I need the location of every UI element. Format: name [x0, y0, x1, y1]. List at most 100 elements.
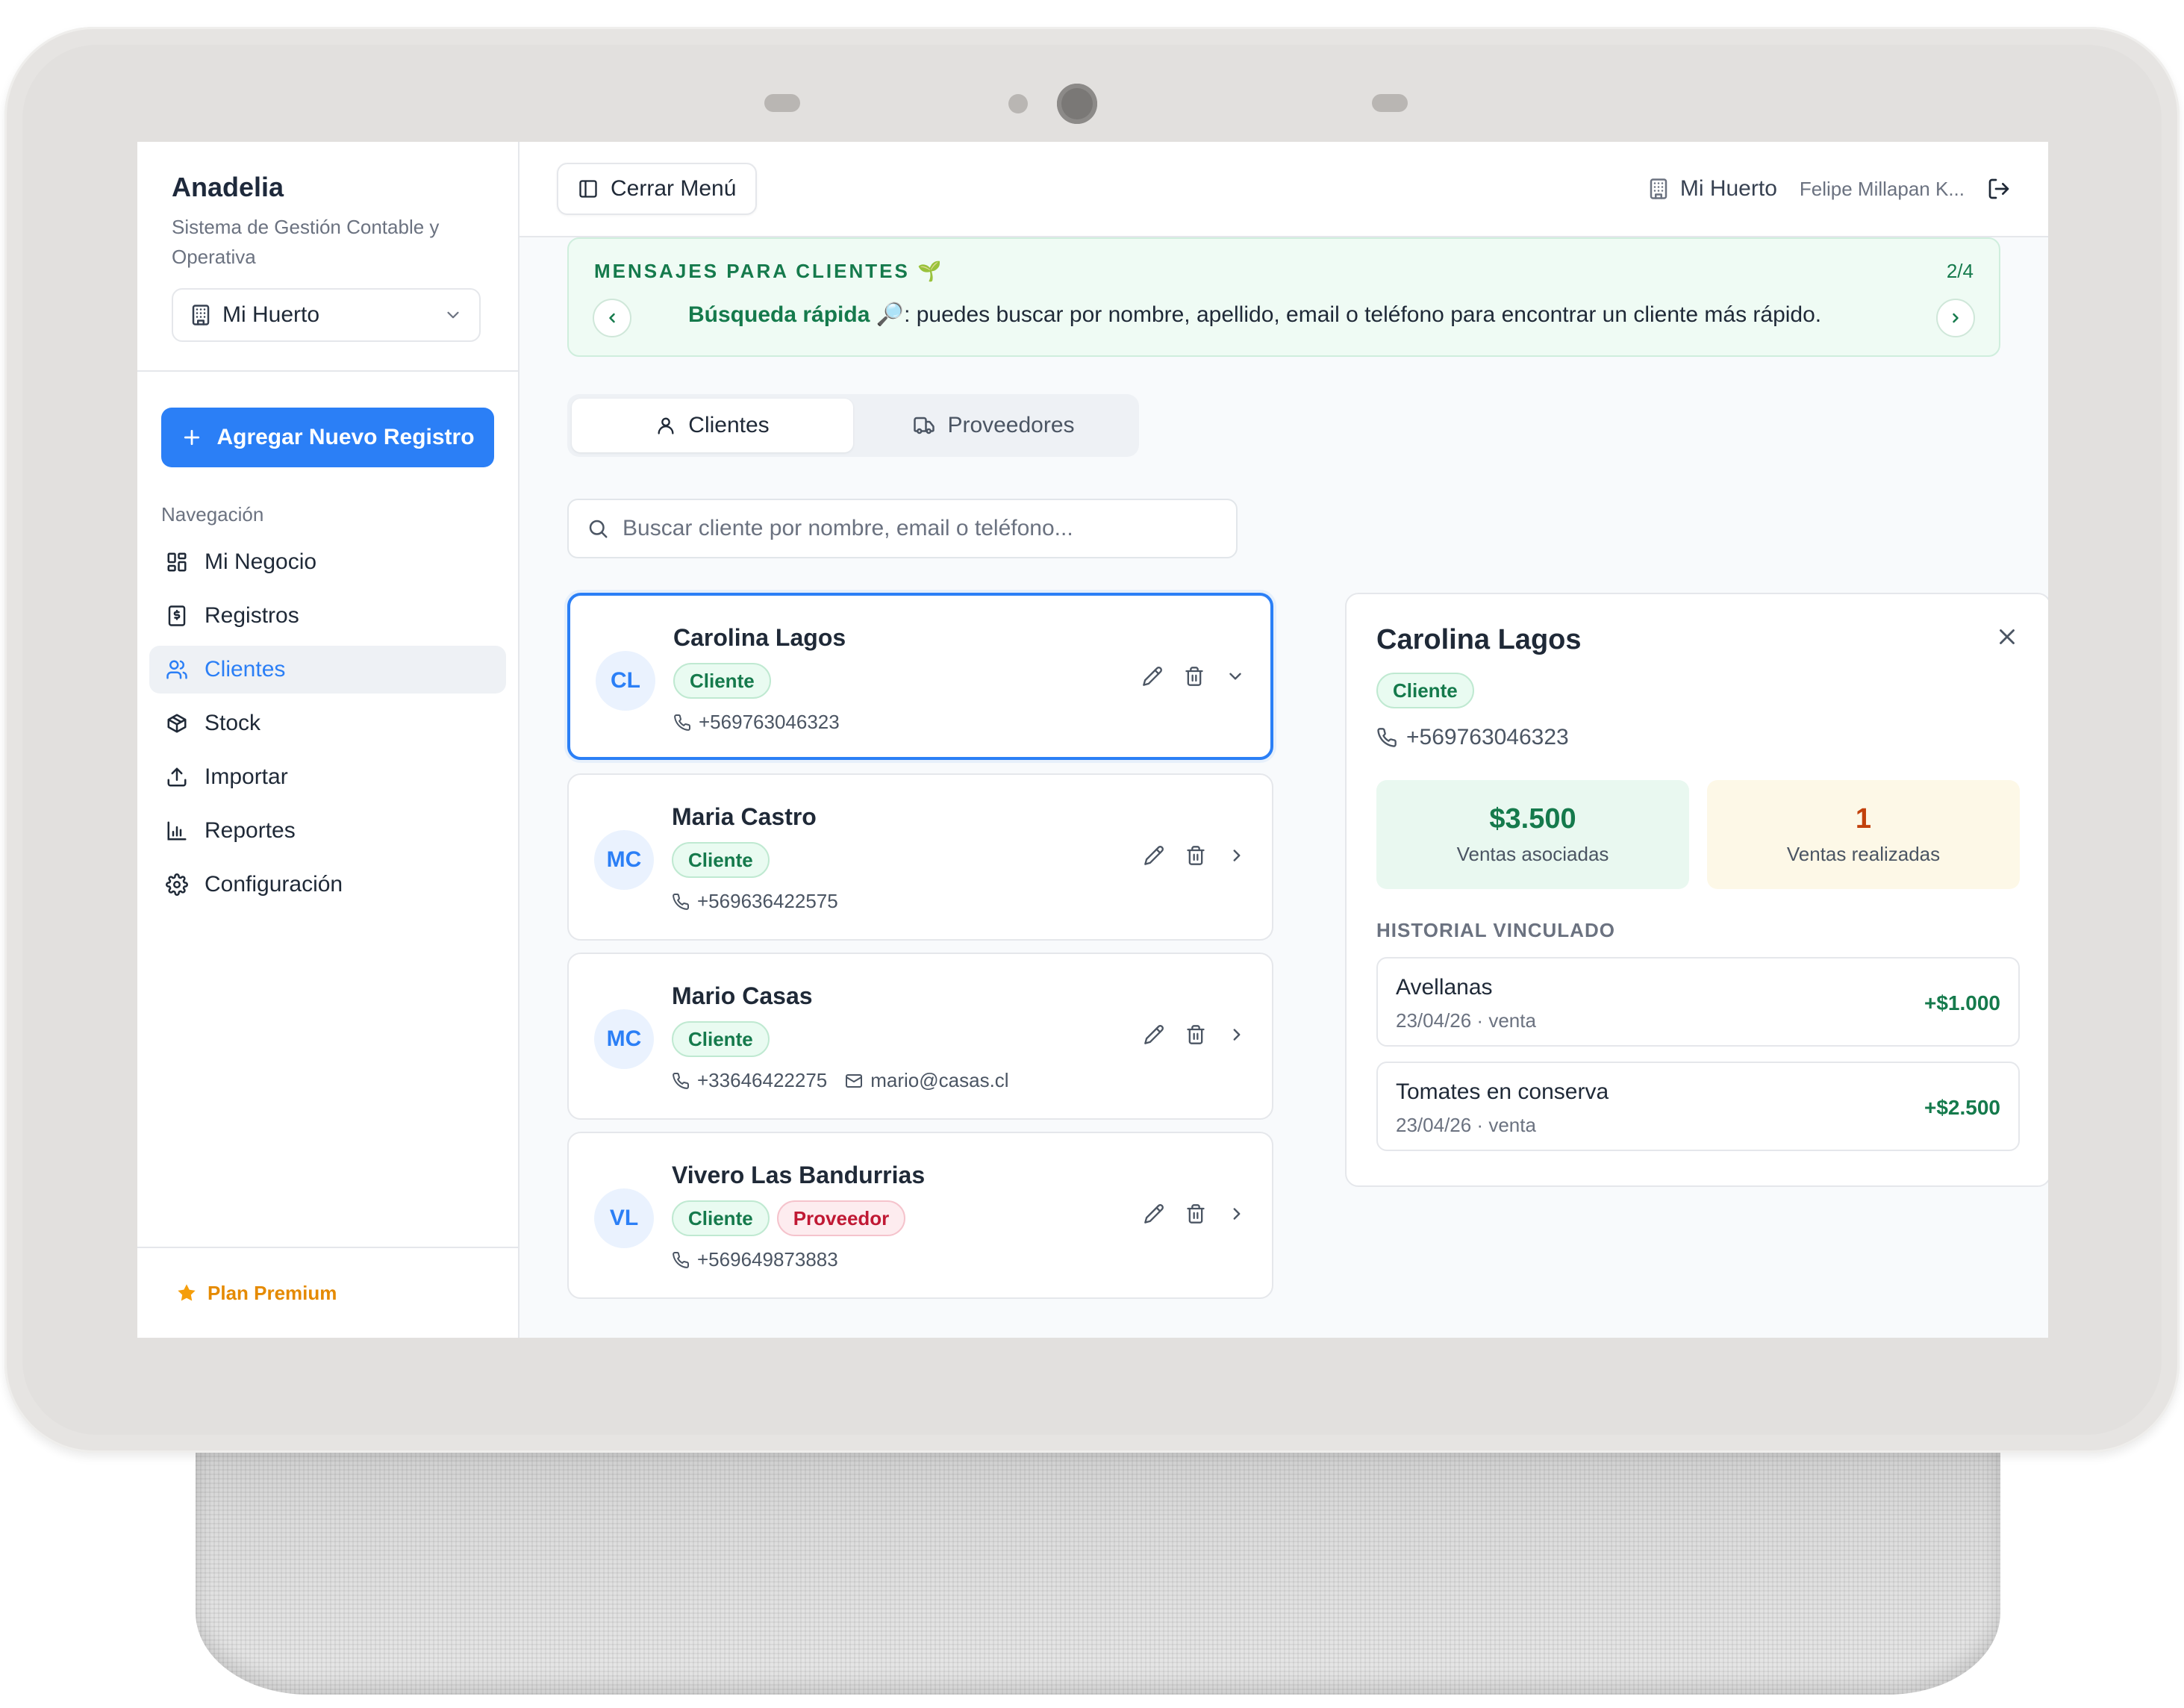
sidebar-item-label: Stock	[205, 711, 261, 735]
plan-premium[interactable]: Plan Premium	[137, 1247, 518, 1338]
chevron-left-icon	[605, 311, 620, 325]
sidebar-item-reportes[interactable]: Reportes	[149, 807, 506, 855]
chevron-right-icon[interactable]	[1227, 1025, 1247, 1044]
close-icon[interactable]	[1994, 624, 2020, 649]
chevron-right-icon[interactable]	[1227, 846, 1247, 865]
card-actions	[1144, 1203, 1247, 1224]
client-name: Carolina Lagos	[673, 624, 846, 651]
phone-icon	[672, 1072, 690, 1090]
badges: Cliente	[672, 1021, 770, 1057]
stat-label: Ventas realizadas	[1786, 843, 1941, 865]
banner-prev-button[interactable]	[593, 299, 631, 337]
user-name[interactable]: Felipe Millapan K...	[1800, 178, 1965, 201]
detail-phone: +569763046323	[1376, 725, 2020, 750]
company-select[interactable]: Mi Huerto	[172, 288, 481, 342]
card-actions	[1144, 845, 1247, 866]
client-meta: +569649873883	[672, 1248, 838, 1271]
sidebar-item-label: Registros	[205, 603, 299, 628]
sidebar-item-label: Importar	[205, 764, 288, 789]
sidebar-item-label: Mi Negocio	[205, 549, 317, 574]
phone: +569763046323	[673, 711, 840, 734]
badge-cliente: Cliente	[672, 1021, 770, 1057]
phone: +569636422575	[672, 890, 838, 913]
trash-icon[interactable]	[1185, 845, 1206, 866]
history-item[interactable]: Tomates en conserva 23/04/26 · venta +$2…	[1376, 1062, 2020, 1151]
client-meta: +569636422575	[672, 890, 838, 913]
topbar-right: Mi Huerto Felipe Millapan K...	[1647, 176, 2011, 202]
sidebar-item-importar[interactable]: Importar	[149, 753, 506, 801]
upload-icon	[166, 766, 188, 788]
search-icon	[587, 517, 609, 540]
sidebar-item-clientes[interactable]: Clientes	[149, 646, 506, 694]
trash-icon[interactable]	[1184, 666, 1205, 687]
avatar: CL	[596, 651, 655, 711]
stat-value: 1	[1855, 803, 1872, 835]
avatar: MC	[594, 1009, 654, 1069]
card-actions	[1142, 666, 1245, 687]
banner-next-button[interactable]	[1936, 299, 1975, 337]
detail-phone-text: +569763046323	[1406, 725, 1569, 749]
phone-text: +569649873883	[697, 1248, 838, 1271]
badge-cliente: Cliente	[1376, 673, 1474, 708]
sidebar-item-registros[interactable]: Registros	[149, 592, 506, 640]
topbar-company[interactable]: Mi Huerto	[1647, 176, 1777, 202]
phone-text: +569763046323	[699, 711, 840, 733]
nav-title: Navegación	[161, 503, 264, 526]
history-sub: 23/04/26 · venta	[1396, 1114, 1536, 1136]
chevron-right-icon[interactable]	[1227, 1204, 1247, 1224]
chevron-right-icon	[1948, 311, 1963, 325]
plus-icon	[181, 426, 203, 449]
phone-text: +33646422275	[697, 1069, 828, 1091]
plan-label: Plan Premium	[208, 1281, 337, 1304]
search-input[interactable]	[623, 516, 1218, 541]
app-screen: Anadelia Sistema de Gestión Contable y O…	[137, 142, 2048, 1338]
search-box	[567, 499, 1238, 558]
chevron-down-icon[interactable]	[1226, 667, 1245, 686]
tab-clientes[interactable]: Clientes	[572, 399, 853, 452]
edit-icon[interactable]	[1144, 1024, 1164, 1045]
sidebar-nav: Mi Negocio Registros Clientes Stock Impo…	[137, 538, 518, 914]
edit-icon[interactable]	[1144, 1203, 1164, 1224]
history-amount: +$2.500	[1924, 1096, 2000, 1119]
stats: $3.500 Ventas asociadas 1 Ventas realiza…	[1376, 780, 2020, 889]
building-icon	[1647, 178, 1670, 200]
sidebar-item-configuracion[interactable]: Configuración	[149, 861, 506, 908]
client-detail-panel: Carolina Lagos Cliente +569763046323 $3.…	[1345, 593, 2048, 1187]
badges: Cliente	[672, 842, 770, 878]
add-record-button[interactable]: Agregar Nuevo Registro	[161, 408, 494, 467]
client-card[interactable]: MC Mario Casas Cliente +33646422275 mari…	[567, 953, 1273, 1120]
detail-name: Carolina Lagos	[1376, 624, 1582, 655]
main-area: Cerrar Menú Mi Huerto Felipe Millapan K.…	[520, 142, 2048, 1338]
tab-label: Proveedores	[947, 413, 1075, 437]
sidebar-item-stock[interactable]: Stock	[149, 699, 506, 747]
client-meta: +33646422275 mario@casas.cl	[672, 1069, 1009, 1092]
trash-icon[interactable]	[1185, 1203, 1206, 1224]
banner-message: Búsqueda rápida 🔎: puedes buscar por nom…	[688, 302, 1821, 328]
sensor-right	[1372, 94, 1408, 112]
phone-icon	[672, 1251, 690, 1269]
client-card[interactable]: VL Vivero Las Bandurrias Cliente Proveed…	[567, 1132, 1273, 1299]
brand: Anadelia Sistema de Gestión Contable y O…	[137, 142, 518, 372]
sensor-left	[764, 94, 800, 112]
edit-icon[interactable]	[1142, 666, 1163, 687]
brand-subtitle: Sistema de Gestión Contable y Operativa	[172, 216, 440, 268]
close-menu-button[interactable]: Cerrar Menú	[557, 163, 758, 215]
sidebar-item-label: Reportes	[205, 818, 296, 843]
client-name: Mario Casas	[672, 982, 813, 1009]
sidebar-toggle-icon	[578, 178, 599, 199]
messages-banner: MENSAJES PARA CLIENTES 🌱 2/4 Búsqueda rá…	[567, 237, 2000, 357]
sidebar-item-label: Clientes	[205, 657, 286, 682]
sidebar-item-mi-negocio[interactable]: Mi Negocio	[149, 538, 506, 586]
tab-proveedores[interactable]: Proveedores	[853, 399, 1135, 452]
card-actions	[1144, 1024, 1247, 1045]
history-item[interactable]: Avellanas 23/04/26 · venta +$1.000	[1376, 957, 2020, 1047]
badges: Cliente	[673, 663, 771, 699]
trash-icon[interactable]	[1185, 1024, 1206, 1045]
client-card[interactable]: CL Carolina Lagos Cliente +569763046323	[567, 593, 1273, 760]
badge-proveedor: Proveedor	[776, 1200, 906, 1236]
edit-icon[interactable]	[1144, 845, 1164, 866]
sensor-dot	[1008, 94, 1028, 113]
logout-icon[interactable]	[1987, 177, 2011, 201]
client-card[interactable]: MC Maria Castro Cliente +569636422575	[567, 773, 1273, 941]
receipt-icon	[166, 605, 188, 627]
